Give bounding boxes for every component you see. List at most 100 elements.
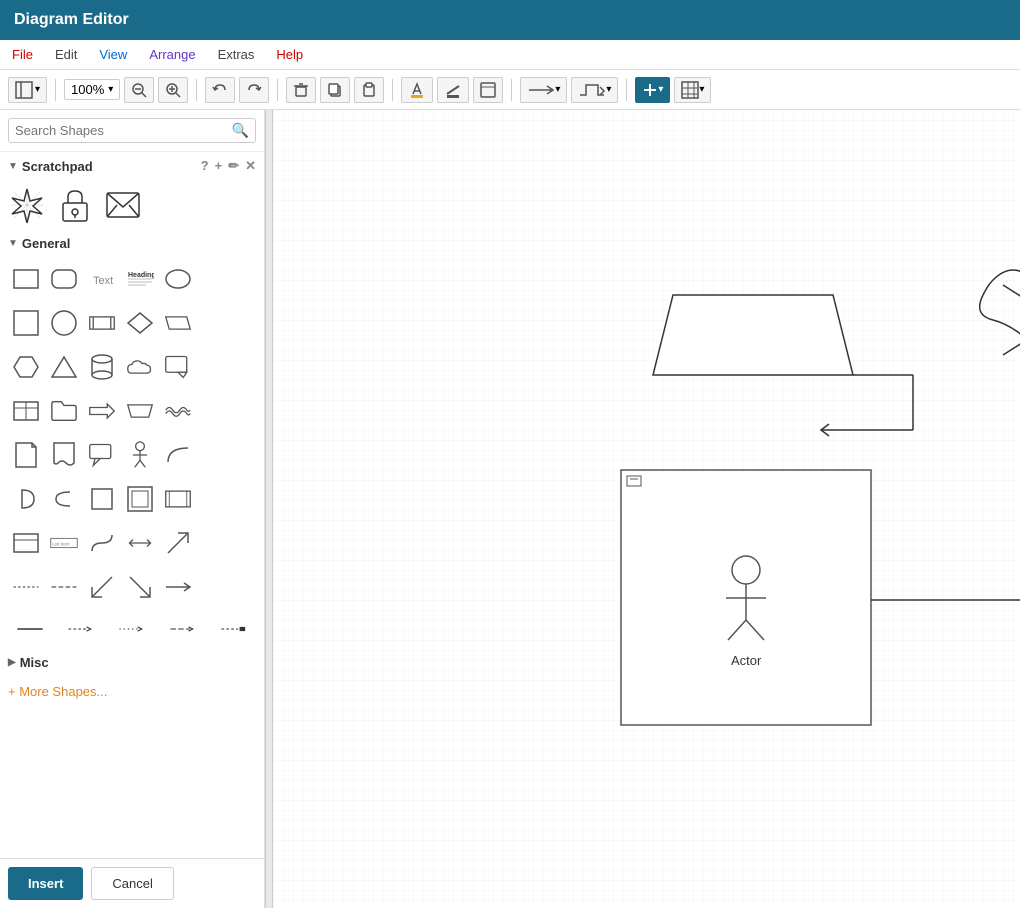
shape-c-shape[interactable] bbox=[46, 481, 82, 517]
canvas: Actor bbox=[273, 110, 1020, 908]
shape-arrow-right2[interactable] bbox=[160, 569, 196, 605]
shape-heading[interactable]: Heading bbox=[122, 261, 158, 297]
shape-filmstrip[interactable] bbox=[160, 481, 196, 517]
copy-button[interactable] bbox=[320, 77, 350, 103]
scratchpad-item-lock[interactable] bbox=[56, 186, 94, 224]
scratchpad-add-icon[interactable]: + bbox=[215, 158, 223, 174]
shape-callout-right[interactable] bbox=[160, 349, 196, 385]
shapes-panel: ▼ Scratchpad ? + ✏ ✕ bbox=[0, 152, 264, 858]
shape-folder[interactable] bbox=[46, 393, 82, 429]
zoom-out-button[interactable] bbox=[124, 77, 154, 103]
shape-double-arrow[interactable] bbox=[122, 525, 158, 561]
shape-d-shape[interactable] bbox=[8, 481, 44, 517]
shape-arrow-ne[interactable] bbox=[160, 525, 196, 561]
menu-extras[interactable]: Extras bbox=[214, 45, 259, 64]
shape-hexagon[interactable] bbox=[8, 349, 44, 385]
delete-button[interactable] bbox=[286, 77, 316, 103]
shape-rectangle[interactable] bbox=[8, 261, 44, 297]
shape-actor[interactable] bbox=[122, 437, 158, 473]
shape-process[interactable] bbox=[84, 305, 120, 341]
bottom-buttons: Insert Cancel bbox=[0, 858, 264, 908]
shape-solid-line[interactable] bbox=[8, 611, 51, 647]
scratchpad-item-starburst[interactable] bbox=[8, 186, 46, 224]
redo-button[interactable] bbox=[239, 77, 269, 103]
shape-s-curve[interactable] bbox=[84, 525, 120, 561]
scratchpad-close-icon[interactable]: ✕ bbox=[245, 158, 256, 174]
shape-rounded-rect[interactable] bbox=[46, 261, 82, 297]
waypoint-button[interactable]: ▾ bbox=[571, 77, 618, 103]
shape-line-dashed1[interactable] bbox=[8, 569, 44, 605]
shape-arrow-right[interactable] bbox=[84, 393, 120, 429]
scratchpad-items bbox=[0, 180, 264, 230]
cancel-button[interactable]: Cancel bbox=[91, 867, 173, 900]
shape-arrow-sw[interactable] bbox=[84, 569, 120, 605]
container-button[interactable] bbox=[473, 77, 503, 103]
zoom-selector[interactable]: 100% ▾ bbox=[64, 79, 120, 100]
search-wrapper[interactable]: 🔍 bbox=[8, 118, 256, 143]
undo-button[interactable] bbox=[205, 77, 235, 103]
menu-file[interactable]: File bbox=[8, 45, 37, 64]
general-label: General bbox=[22, 236, 70, 251]
shape-arrow-se[interactable] bbox=[122, 569, 158, 605]
shape-long-dashed-arrow[interactable] bbox=[162, 611, 205, 647]
shape-line-dashed2[interactable] bbox=[46, 569, 82, 605]
menu-view[interactable]: View bbox=[95, 45, 131, 64]
insert-button[interactable]: Insert bbox=[8, 867, 83, 900]
menu-bar: File Edit View Arrange Extras Help bbox=[0, 40, 1020, 70]
svg-text:Heading: Heading bbox=[128, 272, 154, 279]
scratchpad-section-header[interactable]: ▼ Scratchpad ? + ✏ ✕ bbox=[0, 152, 264, 180]
fill-color-button[interactable] bbox=[401, 77, 433, 103]
shape-wave[interactable] bbox=[160, 393, 196, 429]
search-icon: 🔍 bbox=[232, 122, 249, 139]
shape-ellipse[interactable] bbox=[160, 261, 196, 297]
shape-arc[interactable] bbox=[160, 437, 196, 473]
shape-cylinder[interactable] bbox=[84, 349, 120, 385]
menu-help[interactable]: Help bbox=[272, 45, 307, 64]
search-bar: 🔍 bbox=[0, 110, 264, 152]
shape-dashed-arrow[interactable] bbox=[59, 611, 102, 647]
table-button[interactable]: ▾ bbox=[674, 77, 711, 103]
shape-note[interactable] bbox=[8, 437, 44, 473]
arrow-styles-row bbox=[0, 609, 264, 649]
toolbar: ▾ 100% ▾ bbox=[0, 70, 1020, 110]
line-color-button[interactable] bbox=[437, 77, 469, 103]
shapes-grid-row7: List item bbox=[0, 521, 264, 565]
panel-toggle-button[interactable]: ▾ bbox=[8, 77, 47, 103]
sidebar: 🔍 ▼ Scratchpad ? + ✏ ✕ bbox=[0, 110, 265, 908]
shape-text[interactable]: Text bbox=[84, 261, 120, 297]
shape-trapezoid[interactable] bbox=[122, 393, 158, 429]
misc-label: Misc bbox=[20, 655, 49, 670]
shape-table[interactable] bbox=[8, 393, 44, 429]
general-section-header[interactable]: ▼ General bbox=[0, 230, 264, 257]
shape-circle[interactable] bbox=[46, 305, 82, 341]
shape-cloud[interactable] bbox=[122, 349, 158, 385]
insert-button[interactable]: ▾ bbox=[635, 77, 670, 103]
shape-document[interactable] bbox=[46, 437, 82, 473]
paste-button[interactable] bbox=[354, 77, 384, 103]
shape-callout[interactable] bbox=[84, 437, 120, 473]
shape-parallelogram[interactable] bbox=[160, 305, 196, 341]
canvas-area[interactable]: Actor bbox=[273, 110, 1020, 908]
resize-handle[interactable] bbox=[265, 110, 273, 908]
shape-frame[interactable] bbox=[122, 481, 158, 517]
search-input[interactable] bbox=[15, 123, 232, 138]
menu-edit[interactable]: Edit bbox=[51, 45, 81, 64]
main-area: 🔍 ▼ Scratchpad ? + ✏ ✕ bbox=[0, 110, 1020, 908]
shape-diamond[interactable] bbox=[122, 305, 158, 341]
menu-arrange[interactable]: Arrange bbox=[145, 45, 199, 64]
zoom-in-button[interactable] bbox=[158, 77, 188, 103]
more-shapes-link[interactable]: + More Shapes... bbox=[0, 676, 264, 707]
scratchpad-item-envelope[interactable] bbox=[104, 186, 142, 224]
shape-square-outline[interactable] bbox=[84, 481, 120, 517]
shape-square[interactable] bbox=[8, 305, 44, 341]
misc-section-header[interactable]: ▶ Misc bbox=[0, 649, 264, 676]
shape-list[interactable] bbox=[8, 525, 44, 561]
shape-dotted-arrow[interactable] bbox=[110, 611, 153, 647]
scratchpad-help-icon[interactable]: ? bbox=[201, 158, 209, 174]
scratchpad-triangle: ▼ bbox=[8, 161, 18, 172]
shape-block-arrow[interactable] bbox=[213, 611, 256, 647]
connection-style-button[interactable]: ▾ bbox=[520, 77, 567, 103]
scratchpad-edit-icon[interactable]: ✏ bbox=[228, 158, 239, 174]
shape-triangle[interactable] bbox=[46, 349, 82, 385]
shape-list-item[interactable]: List item bbox=[46, 525, 82, 561]
